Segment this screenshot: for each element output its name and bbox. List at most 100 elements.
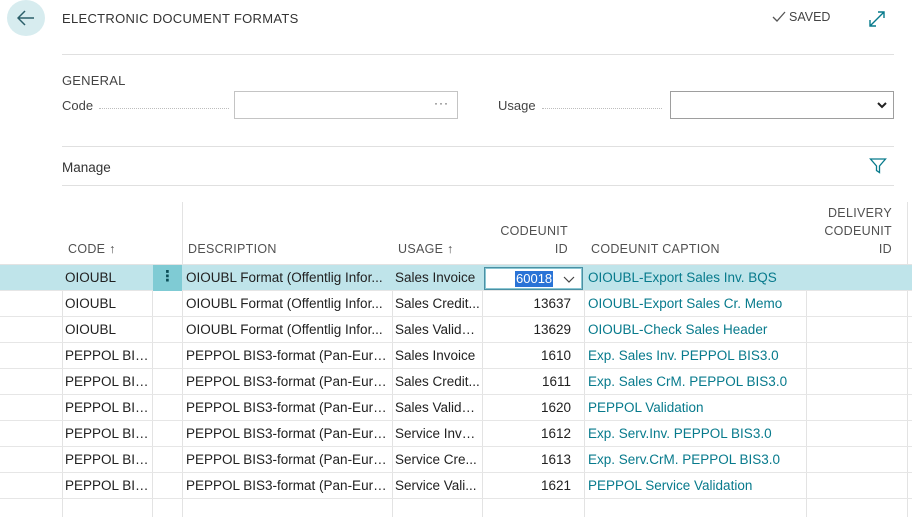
back-button[interactable] [7, 0, 45, 36]
cell-usage: Service Invo... [395, 426, 480, 441]
table-row[interactable]: PEPPOL BIS3 PEPPOL BIS3-format (Pan-Euro.… [0, 421, 912, 447]
column-header-codeunit-id[interactable]: CODEUNIT ID [484, 202, 568, 264]
cell-codeunit-id: 1620 [540, 400, 571, 415]
cell-code[interactable]: OIOUBL [65, 291, 150, 317]
sort-asc-icon: ↑ [447, 242, 454, 256]
filter-button[interactable] [869, 157, 887, 180]
cell-delivery-codeunit-id [808, 291, 904, 317]
column-header-delivery-codeunit-id[interactable]: DELIVERY CODEUNIT ID [810, 202, 892, 264]
cell-delivery-codeunit-id [808, 265, 904, 291]
code-field-label: Code [62, 98, 230, 113]
table-row[interactable]: PEPPOL BIS3 PEPPOL BIS3-format (Pan-Euro.… [0, 343, 912, 369]
cell-code[interactable]: PEPPOL BIS3 [65, 343, 150, 369]
cell-codeunit-id: 1612 [540, 426, 571, 441]
checkmark-icon [772, 11, 786, 22]
cell-codeunit-caption[interactable]: OIOUBL-Export Sales Cr. Memo [588, 291, 804, 317]
cell-usage: Sales Invoice [395, 270, 476, 285]
cell-usage: Sales Invoice [395, 348, 476, 363]
codeunit-id-input[interactable]: 60018 [484, 267, 583, 290]
column-code-label: CODE [68, 242, 106, 256]
cell-code[interactable]: PEPPOL BIS3 [65, 447, 150, 473]
label-dots [99, 108, 230, 109]
table-row[interactable]: PEPPOL BIS3 PEPPOL BIS3-format (Pan-Euro.… [0, 395, 912, 421]
cell-delivery-codeunit-id [808, 317, 904, 343]
cell-usage: Sales Credit... [395, 296, 480, 311]
table-row[interactable]: OIOUBL OIOUBL Format (Offentlig Infor... S… [0, 291, 912, 317]
column-codeunit-id-label-1: CODEUNIT [500, 224, 568, 238]
table-row[interactable]: PEPPOL BIS3 PEPPOL BIS3-format (Pan-Euro.… [0, 369, 912, 395]
column-header-usage[interactable]: USAGE ↑ [398, 202, 478, 264]
page-title: ELECTRONIC DOCUMENT FORMATS [62, 11, 299, 26]
cell-description: PEPPOL BIS3-format (Pan-Euro... [186, 374, 390, 389]
cell-codeunit-caption[interactable]: Exp. Sales Inv. PEPPOL BIS3.0 [588, 343, 804, 369]
column-delivery-label-1: DELIVERY [827, 206, 892, 220]
cell-code[interactable]: OIOUBL [65, 265, 150, 291]
usage-field-label: Usage [498, 98, 662, 113]
row-actions-button[interactable]: ⋮ [153, 265, 182, 291]
arrow-left-icon [17, 10, 34, 26]
sort-asc-icon: ↑ [109, 242, 116, 256]
column-delivery-label-2: CODEUNIT [824, 224, 892, 238]
cell-codeunit-id: 1621 [540, 478, 571, 493]
manage-action[interactable]: Manage [62, 160, 111, 175]
table-row[interactable]: OIOUBL OIOUBL Format (Offentlig Infor... S… [0, 317, 912, 343]
cell-codeunit-id: 13637 [533, 296, 571, 311]
cell-codeunit-caption[interactable]: PEPPOL Service Validation [588, 473, 804, 499]
cell-codeunit-caption[interactable]: PEPPOL Validation [588, 395, 804, 421]
cell-delivery-codeunit-id [808, 369, 904, 395]
table-body: OIOUBL OIOUBL Format (Offentlig Infor... S… [0, 265, 912, 517]
general-section-title: GENERAL [62, 73, 126, 88]
saved-label: SAVED [789, 10, 831, 24]
cell-code[interactable]: PEPPOL BIS3 [65, 473, 150, 499]
chevron-down-icon[interactable] [563, 273, 575, 285]
label-dots [541, 108, 662, 109]
cell-description: PEPPOL BIS3-format (Pan-Euro... [186, 478, 390, 493]
cell-code[interactable]: PEPPOL BIS3 [65, 395, 150, 421]
cell-codeunit-caption[interactable]: Exp. Serv.Inv. PEPPOL BIS3.0 [588, 421, 804, 447]
column-divider [907, 202, 908, 264]
cell-usage: Sales Credit... [395, 374, 480, 389]
column-codeunit-id-label-2: ID [554, 242, 568, 256]
cell-description: PEPPOL BIS3-format (Pan-Euro... [186, 400, 390, 415]
column-usage-label: USAGE [398, 242, 444, 256]
divider [62, 54, 894, 55]
cell-description: PEPPOL BIS3-format (Pan-Euro... [186, 452, 390, 467]
cell-delivery-codeunit-id [808, 395, 904, 421]
cell-codeunit-caption[interactable]: Exp. Sales CrM. PEPPOL BIS3.0 [588, 369, 804, 395]
cell-usage: Sales Valida... [395, 322, 480, 337]
expand-icon [869, 11, 885, 27]
usage-label: Usage [498, 98, 536, 113]
code-label: Code [62, 98, 94, 113]
divider [62, 185, 894, 186]
column-description-label: DESCRIPTION [188, 242, 277, 256]
cell-codeunit-caption[interactable]: OIOUBL-Check Sales Header [588, 317, 804, 343]
cell-codeunit-id: 1611 [541, 374, 571, 389]
cell-codeunit-caption[interactable]: Exp. Serv.CrM. PEPPOL BIS3.0 [588, 447, 804, 473]
filter-icon [869, 158, 887, 174]
cell-usage: Sales Valida... [395, 400, 480, 415]
cell-usage: Service Cre... [395, 452, 477, 467]
column-codeunit-caption-label: CODEUNIT CAPTION [591, 242, 720, 256]
cell-code[interactable]: OIOUBL [65, 317, 150, 343]
cell-codeunit-id: 1613 [540, 452, 571, 467]
column-divider [182, 202, 183, 264]
cell-delivery-codeunit-id [808, 421, 904, 447]
cell-description: PEPPOL BIS3-format (Pan-Euro... [186, 426, 390, 441]
cell-codeunit-caption[interactable]: OIOUBL-Export Sales Inv. BQS [588, 265, 804, 291]
column-header-description[interactable]: DESCRIPTION [188, 202, 388, 264]
usage-select[interactable] [670, 91, 894, 119]
divider [62, 146, 894, 147]
lookup-more-button[interactable]: ··· [434, 96, 449, 110]
code-input[interactable]: ··· [234, 91, 458, 119]
expand-button[interactable] [868, 10, 888, 30]
table-row[interactable]: PEPPOL BIS3 PEPPOL BIS3-format (Pan-Euro.… [0, 447, 912, 473]
column-header-codeunit-caption[interactable]: CODEUNIT CAPTION [591, 202, 791, 264]
saved-status: SAVED [772, 10, 830, 24]
table-row[interactable]: OIOUBL OIOUBL Format (Offentlig Infor... S… [0, 265, 912, 291]
column-header-code[interactable]: CODE ↑ [68, 202, 148, 264]
cell-delivery-codeunit-id [808, 473, 904, 499]
cell-codeunit-id: 13629 [533, 322, 571, 337]
cell-code[interactable]: PEPPOL BIS3 [65, 369, 150, 395]
table-row[interactable]: PEPPOL BIS3 PEPPOL BIS3-format (Pan-Euro.… [0, 473, 912, 499]
cell-code[interactable]: PEPPOL BIS3 [65, 421, 150, 447]
